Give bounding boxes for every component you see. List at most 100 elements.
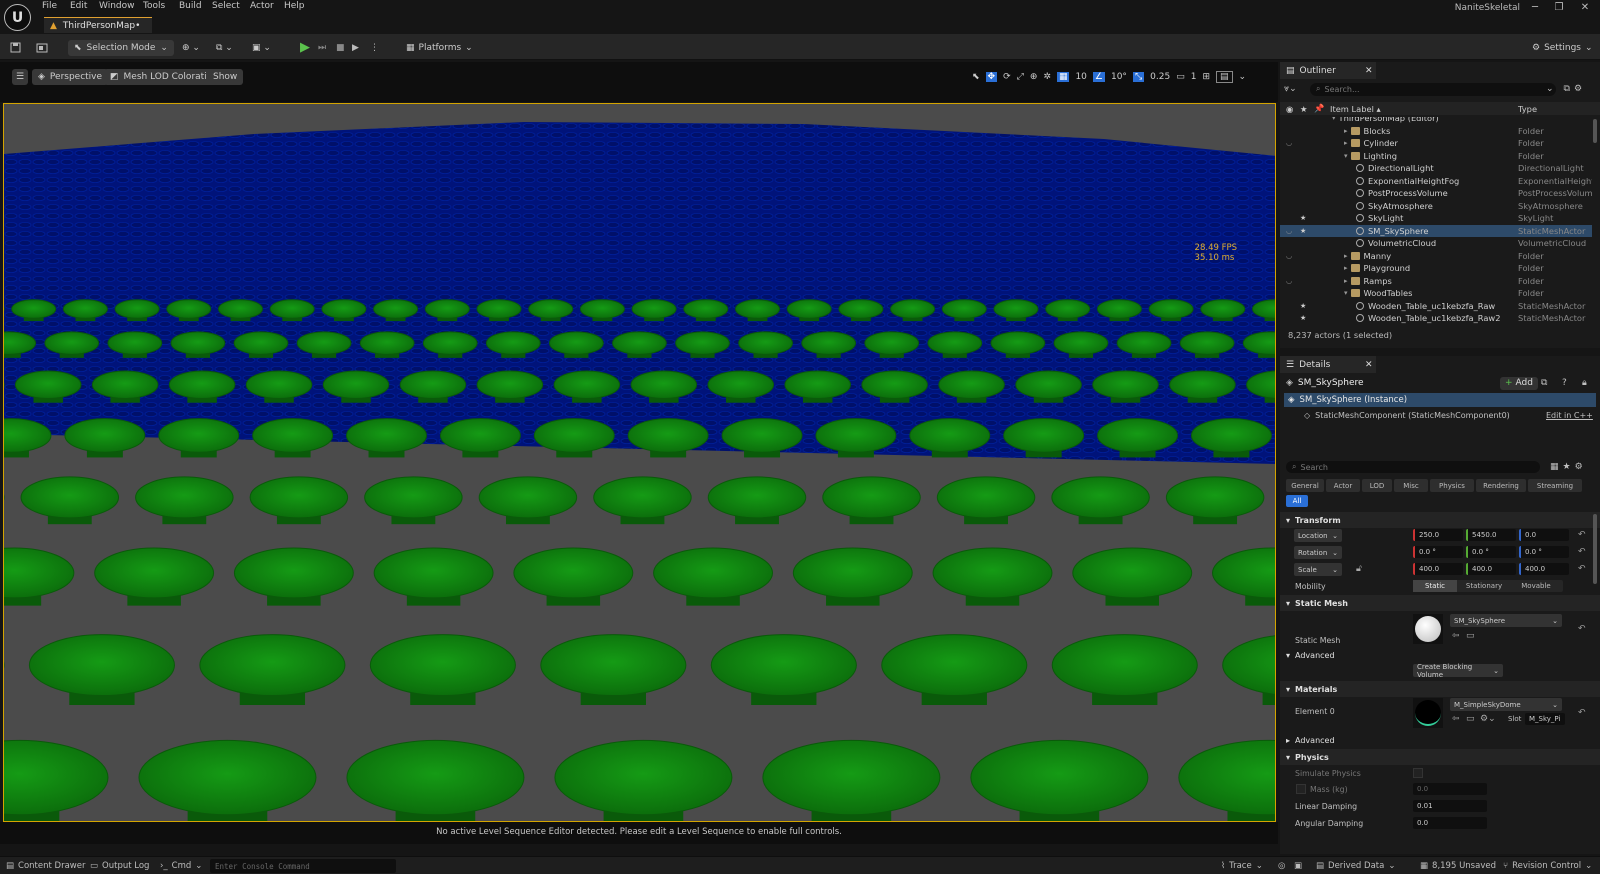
reset-scale-icon[interactable]: ↶ [1578, 564, 1586, 574]
grid-snap-icon[interactable]: ▦ [1056, 71, 1070, 82]
world-space-icon[interactable]: ⊕ [1030, 72, 1038, 82]
outliner-row[interactable]: ◡ ▸ Ramps Folder [1280, 275, 1592, 288]
visibility-eye-icon[interactable]: ◡ [1286, 139, 1292, 147]
derived-data-dropdown[interactable]: ▤ Derived Data ⌄ [1316, 859, 1395, 873]
maximize-icon[interactable]: ❐ [1551, 2, 1567, 13]
add-actor-icon[interactable]: ⊕ ⌄ [182, 39, 200, 56]
blueprint-icon[interactable]: ⧉ ⌄ [216, 39, 233, 56]
filter-all[interactable]: All [1286, 495, 1308, 507]
chevron-right-icon[interactable]: ▸ [1344, 127, 1348, 135]
filter-icon[interactable]: ⩔⌄ [1284, 84, 1306, 94]
chevron-down-icon[interactable]: ▾ [1332, 117, 1336, 122]
static-mesh-advanced[interactable]: ▾ Advanced [1280, 647, 1600, 663]
selection-mode-dropdown[interactable]: ⬉ Selection Mode ⌄ [68, 39, 174, 56]
step-icon[interactable]: ⏭ [318, 39, 326, 56]
trace-dropdown[interactable]: ⌇ Trace ⌄ [1221, 859, 1263, 873]
camera-speed-value[interactable]: 1 [1191, 72, 1197, 82]
favorites-icon[interactable]: ★ [1563, 462, 1571, 472]
outliner-scrollbar[interactable] [1593, 119, 1597, 143]
content-drawer-button[interactable]: ▤ Content Drawer [6, 859, 85, 873]
filter-streaming[interactable]: Streaming [1528, 479, 1582, 492]
perspective-button[interactable]: ◈ Perspective [32, 68, 109, 85]
select-tool-icon[interactable]: ⬉ [972, 72, 980, 82]
scale-snap-icon[interactable]: ⤡ [1132, 71, 1145, 82]
play-icon[interactable]: ▶ [300, 39, 310, 56]
close-window-icon[interactable]: ✕ [1577, 2, 1593, 13]
browse-asset-icon[interactable]: ▭ [1466, 631, 1475, 641]
favorite-star-icon[interactable]: ★ [1300, 227, 1306, 235]
eject-icon[interactable]: ▶ [352, 39, 359, 56]
materials-advanced[interactable]: ▸ Advanced [1280, 732, 1600, 748]
outliner-row[interactable]: ◡ ▸ Cylinder Folder [1280, 137, 1592, 150]
rotate-tool-icon[interactable]: ⟳ [1003, 72, 1011, 82]
layout-icon[interactable]: ▤ [1215, 70, 1233, 83]
outliner-row[interactable]: ◡ ★ SM_SkySphere StaticMeshActor [1280, 224, 1592, 237]
lock-icon[interactable]: 🔒︎ [1582, 378, 1587, 388]
chevron-down-icon[interactable]: ⌄ [1546, 84, 1554, 94]
play-options-icon[interactable]: ⋮ [370, 39, 379, 56]
angular-damping-field[interactable]: 0.0 [1413, 817, 1487, 829]
static-mesh-thumbnail[interactable] [1413, 614, 1443, 644]
scale-z[interactable]: 400.0 [1519, 563, 1569, 575]
unreal-logo-icon[interactable]: U [4, 4, 31, 31]
gear-icon[interactable]: ⚙ [1574, 84, 1582, 94]
menu-file[interactable]: File [42, 1, 57, 11]
outliner-row[interactable]: ★ SkyLight SkyLight [1280, 212, 1592, 225]
reset-static-mesh-icon[interactable]: ↶ [1578, 624, 1586, 634]
platforms-dropdown[interactable]: ▦ Platforms ⌄ [406, 39, 473, 56]
visibility-eye-icon[interactable]: ◡ [1286, 277, 1292, 285]
browse-asset-icon[interactable]: ▭ [1466, 714, 1475, 724]
view-mode-button[interactable]: ◩ Mesh LOD Coloration [104, 68, 224, 85]
close-tab-icon[interactable]: ✕ [1365, 66, 1373, 76]
instance-row[interactable]: ◈ SM_SkySphere (Instance) [1284, 393, 1596, 407]
linear-damping-field[interactable]: 0.01 [1413, 800, 1487, 812]
blueprint-icon[interactable]: ⧉ [1541, 378, 1547, 388]
menu-actor[interactable]: Actor [250, 1, 274, 11]
visibility-eye-icon[interactable]: ◡ [1286, 252, 1292, 260]
scale-x[interactable]: 400.0 [1413, 563, 1463, 575]
edit-in-cpp-link[interactable]: Edit in C++ [1546, 411, 1593, 420]
rotation-snap-icon[interactable]: ∠ [1092, 71, 1105, 82]
revision-control-dropdown[interactable]: ⑂ Revision Control ⌄ [1503, 859, 1592, 873]
visibility-column-icon[interactable]: ◉ [1286, 104, 1293, 114]
favorite-star-icon[interactable]: ★ [1300, 302, 1306, 310]
favorite-column-icon[interactable]: ★ [1300, 104, 1307, 114]
cmd-dropdown[interactable]: ›_ Cmd ⌄ [160, 859, 202, 873]
favorite-star-icon[interactable]: ★ [1300, 214, 1306, 222]
outliner-row[interactable]: ▾ WoodTables Folder [1280, 287, 1592, 300]
physics-section[interactable]: ▾ Physics [1280, 749, 1600, 765]
location-y[interactable]: 5450.0 [1466, 529, 1516, 541]
materials-section[interactable]: ▾ Materials [1280, 681, 1600, 697]
level-viewport[interactable]: 28.49 FPS 35.10 ms [3, 103, 1276, 822]
scale-dropdown[interactable]: Scale ⌄ [1294, 563, 1342, 576]
chevron-right-icon[interactable]: ▸ [1344, 277, 1348, 285]
browse-icon[interactable] [36, 39, 48, 56]
details-tab[interactable]: ☰ Details ✕ [1280, 356, 1376, 373]
reset-material-icon[interactable]: ↶ [1578, 708, 1586, 718]
filter-general[interactable]: General [1286, 479, 1324, 492]
mass-field[interactable]: 0.0 [1413, 783, 1487, 795]
close-tab-icon[interactable]: ✕ [1365, 360, 1373, 370]
outliner-row[interactable]: ★ Wooden_Table_uc1kebzfa_Raw2 StaticMeshAc… [1280, 312, 1592, 324]
mass-override-checkbox[interactable] [1296, 784, 1306, 794]
rotation-snap-value[interactable]: 10° [1111, 72, 1127, 82]
filter-actor[interactable]: Actor [1326, 479, 1360, 492]
unsaved-button[interactable]: ▦ 8,195 Unsaved [1420, 859, 1496, 873]
chevron-down-icon[interactable]: ⌄ [1239, 72, 1247, 82]
console-command-input[interactable]: Enter Console Command [210, 859, 396, 873]
chevron-right-icon[interactable]: ▸ [1344, 264, 1348, 272]
outliner-row[interactable]: ▾ Lighting Folder [1280, 150, 1592, 163]
material-thumbnail[interactable] [1413, 698, 1443, 728]
reset-location-icon[interactable]: ↶ [1578, 530, 1586, 540]
component-row[interactable]: ◇ StaticMeshComponent (StaticMeshComponen… [1284, 408, 1596, 422]
use-selected-icon[interactable]: ⇦ [1452, 714, 1460, 724]
filter-rendering[interactable]: Rendering [1476, 479, 1526, 492]
outliner-row[interactable]: ExponentialHeightFog ExponentialHeightF [1280, 175, 1592, 188]
chevron-right-icon[interactable]: ▸ [1344, 252, 1348, 260]
slot-name-field[interactable]: M_Sky_Pi [1525, 713, 1565, 725]
help-icon[interactable]: ? [1562, 378, 1567, 388]
location-z[interactable]: 0.0 [1519, 529, 1569, 541]
cinematics-icon[interactable]: ▣ ⌄ [252, 39, 271, 56]
favorite-star-icon[interactable]: ★ [1300, 314, 1306, 322]
viewport-menu-icon[interactable]: ☰ [12, 68, 29, 85]
